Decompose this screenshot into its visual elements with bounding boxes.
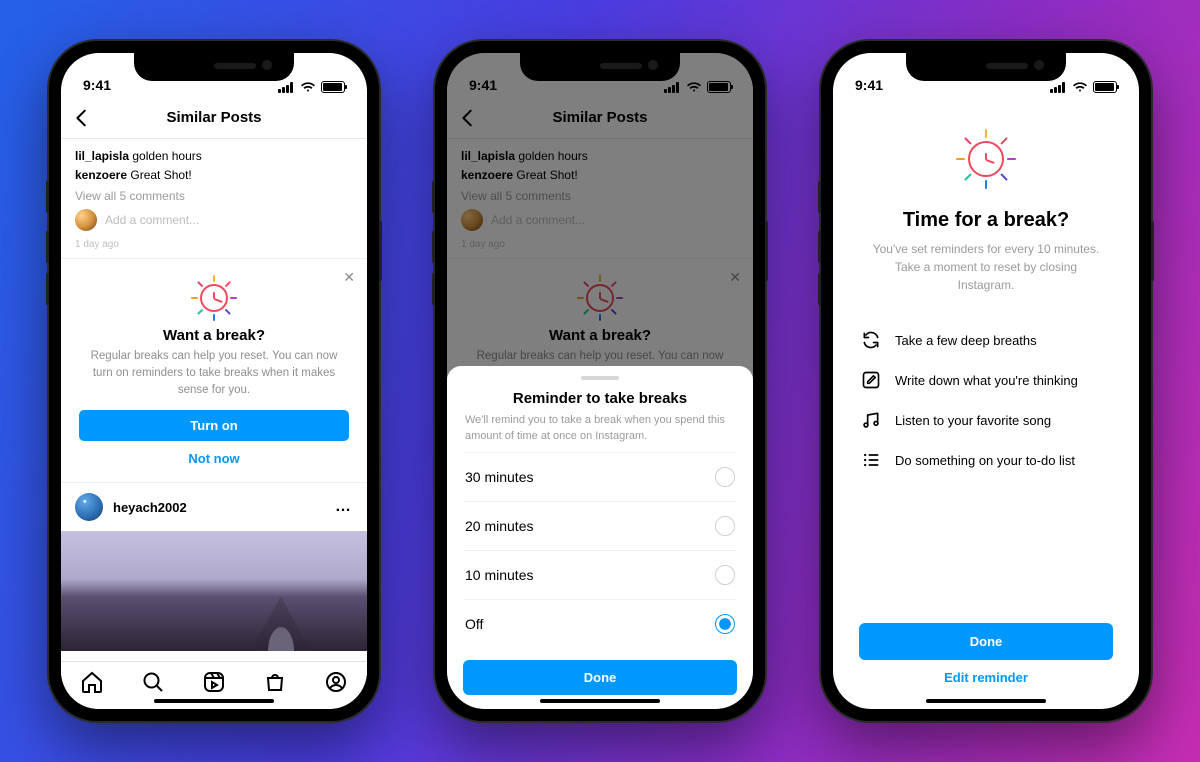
- search-icon: [141, 670, 165, 694]
- cellular-signal-icon: [1050, 82, 1067, 93]
- screen-1: 9:41 Similar Posts lil_lapisla golden ho…: [61, 53, 367, 709]
- view-all-comments[interactable]: View all 5 comments: [61, 189, 367, 203]
- post-image[interactable]: [61, 531, 367, 651]
- not-now-button[interactable]: Not now: [79, 441, 349, 468]
- avatar: [75, 209, 97, 231]
- tab-reels[interactable]: [202, 670, 226, 694]
- screen-2: 9:41 Similar Posts lil_lapisla golden ho…: [447, 53, 753, 709]
- comment[interactable]: lil_lapisla golden hours: [75, 147, 353, 166]
- tip-item: Write down what you're thinking: [861, 360, 1111, 400]
- profile-icon: [324, 670, 348, 694]
- radio-icon: [715, 565, 735, 585]
- clock-burst-icon: [191, 275, 237, 321]
- status-time: 9:41: [83, 77, 111, 93]
- tab-profile[interactable]: [324, 670, 348, 694]
- wifi-icon: [300, 81, 316, 93]
- tips-list: Take a few deep breaths Write down what …: [859, 320, 1113, 480]
- home-indicator[interactable]: [154, 699, 274, 703]
- promo-title: Want a break?: [79, 327, 349, 344]
- next-post-header[interactable]: heyach2002 …: [61, 483, 367, 531]
- tab-search[interactable]: [141, 670, 165, 694]
- home-icon: [80, 670, 104, 694]
- list-icon: [861, 450, 881, 470]
- post-username: heyach2002: [113, 500, 325, 515]
- add-comment-placeholder: Add a comment...: [105, 213, 199, 227]
- chevron-left-icon: [71, 107, 93, 129]
- option-10-minutes[interactable]: 10 minutes: [463, 550, 737, 599]
- more-button[interactable]: …: [335, 498, 353, 516]
- comments-section: lil_lapisla golden hours kenzoere Great …: [61, 139, 367, 189]
- done-button[interactable]: Done: [463, 660, 737, 695]
- post-age: 1 day ago: [61, 237, 367, 258]
- tip-item: Do something on your to-do list: [861, 440, 1111, 480]
- header-title: Similar Posts: [61, 109, 367, 126]
- turn-on-button[interactable]: Turn on: [79, 410, 349, 441]
- phone-mockup-1: 9:41 Similar Posts lil_lapisla golden ho…: [49, 41, 379, 721]
- phone-mockup-3: 9:41 Time for a break? You've set remind…: [821, 41, 1151, 721]
- status-time: 9:41: [855, 77, 883, 93]
- tip-item: Listen to your favorite song: [861, 400, 1111, 440]
- promo-body: Regular breaks can help you reset. You c…: [83, 348, 345, 398]
- refresh-icon: [861, 330, 881, 350]
- compose-icon: [861, 370, 881, 390]
- clock-burst-icon: [956, 129, 1016, 189]
- reels-icon: [202, 670, 226, 694]
- comment[interactable]: kenzoere Great Shot!: [75, 166, 353, 185]
- nav-header: Similar Posts: [61, 97, 367, 139]
- back-button[interactable]: [71, 107, 93, 129]
- cellular-signal-icon: [278, 82, 295, 93]
- tip-item: Take a few deep breaths: [861, 320, 1111, 360]
- shop-icon: [263, 670, 287, 694]
- tab-home[interactable]: [80, 670, 104, 694]
- reminder-sheet: Reminder to take breaks We'll remind you…: [447, 366, 753, 709]
- sheet-subtitle: We'll remind you to take a break when yo…: [465, 413, 735, 444]
- radio-icon: [715, 516, 735, 536]
- home-indicator[interactable]: [926, 699, 1046, 703]
- close-button[interactable]: ✕: [343, 269, 355, 286]
- break-screen-body: Time for a break? You've set reminders f…: [833, 97, 1139, 709]
- radio-selected-icon: [715, 614, 735, 634]
- break-subtitle: You've set reminders for every 10 minute…: [865, 240, 1107, 294]
- done-button[interactable]: Done: [859, 623, 1113, 660]
- edit-reminder-button[interactable]: Edit reminder: [859, 660, 1113, 687]
- phone-mockup-2: 9:41 Similar Posts lil_lapisla golden ho…: [435, 41, 765, 721]
- sheet-title: Reminder to take breaks: [463, 390, 737, 407]
- notch: [520, 53, 680, 81]
- tab-shop[interactable]: [263, 670, 287, 694]
- avatar: [75, 493, 103, 521]
- battery-icon: [1093, 81, 1117, 93]
- option-30-minutes[interactable]: 30 minutes: [463, 452, 737, 501]
- music-icon: [861, 410, 881, 430]
- option-off[interactable]: Off: [463, 599, 737, 648]
- screen-3: 9:41 Time for a break? You've set remind…: [833, 53, 1139, 709]
- break-promo-card: ✕ Want a break? Regular breaks can help …: [61, 258, 367, 483]
- add-comment-row[interactable]: Add a comment...: [61, 203, 367, 237]
- radio-icon: [715, 467, 735, 487]
- wifi-icon: [1072, 81, 1088, 93]
- option-20-minutes[interactable]: 20 minutes: [463, 501, 737, 550]
- notch: [906, 53, 1066, 81]
- battery-icon: [321, 81, 345, 93]
- home-indicator[interactable]: [540, 699, 660, 703]
- sheet-grabber[interactable]: [581, 376, 619, 380]
- break-title: Time for a break?: [859, 209, 1113, 232]
- notch: [134, 53, 294, 81]
